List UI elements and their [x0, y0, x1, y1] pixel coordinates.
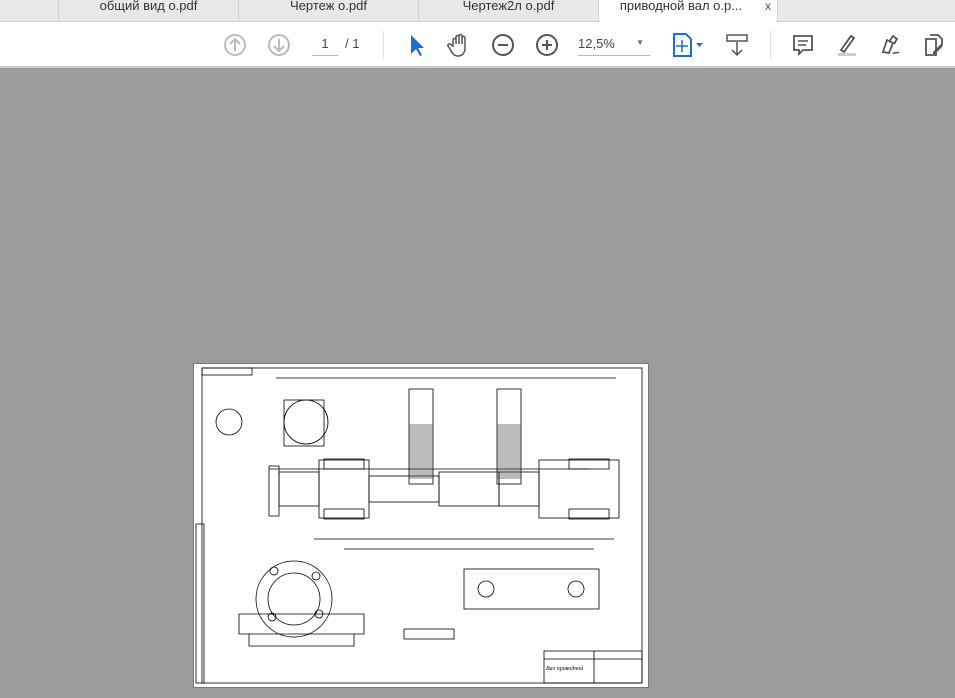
zoom-out-icon[interactable]: [490, 32, 516, 58]
sign-icon[interactable]: [877, 32, 903, 58]
arrow-up-icon[interactable]: [222, 32, 248, 58]
tab-obshchiy-vid[interactable]: общий вид о.pdf: [58, 0, 238, 22]
tab-chertezh[interactable]: Чертеж о.pdf: [238, 0, 418, 22]
page-number-input[interactable]: 1: [312, 36, 338, 56]
hand-icon[interactable]: [446, 32, 472, 58]
select-cursor-icon[interactable]: [403, 32, 429, 58]
zoom-in-icon[interactable]: [534, 32, 560, 58]
divider: [383, 31, 384, 59]
tab-chertezh2l[interactable]: Чертеж2л о.pdf: [418, 0, 598, 22]
tab-close-button[interactable]: x: [765, 0, 771, 12]
tab-privodnoy-val[interactable]: приводной вал о.р... x: [598, 0, 778, 23]
engineering-drawing: Вал приводной: [195, 367, 643, 684]
tab-bar: общий вид о.pdf Чертеж о.pdf Чертеж2л о.…: [0, 0, 955, 23]
pdf-page: Вал приводной: [193, 363, 649, 688]
fit-page-icon[interactable]: [670, 32, 706, 58]
title-block-name: Вал приводной: [546, 665, 583, 672]
comment-icon[interactable]: [790, 32, 816, 58]
page-total: / 1: [345, 36, 360, 51]
edit-pdf-icon[interactable]: [921, 32, 947, 58]
highlight-icon[interactable]: [834, 32, 860, 58]
scroll-mode-icon[interactable]: [724, 32, 750, 58]
divider: [770, 31, 771, 59]
zoom-select[interactable]: 12,5% ▼: [578, 36, 650, 56]
arrow-down-icon[interactable]: [266, 32, 292, 58]
chevron-down-icon: ▼: [636, 38, 644, 47]
toolbar: 1 / 1 12,5% ▼: [0, 22, 955, 68]
